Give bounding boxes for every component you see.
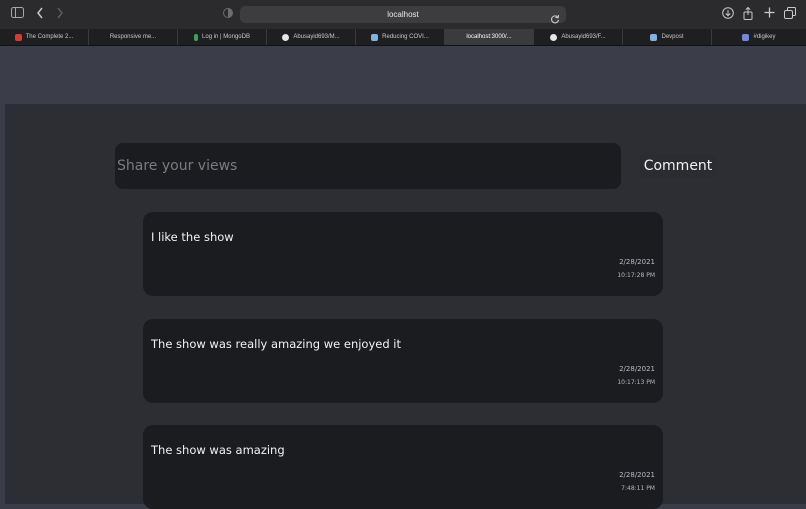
devpost-icon — [371, 33, 379, 41]
comment-date: 2/28/2021 — [619, 365, 655, 373]
comment-text: The show was really amazing we enjoyed i… — [151, 337, 402, 351]
tab-github-repo-m[interactable]: Abusayid693/M... — [267, 29, 356, 45]
tab-reducing-covid[interactable]: Reducing COVI... — [356, 29, 445, 45]
comment-card: The show was amazing 2/28/2021 7:48:11 P… — [143, 425, 663, 509]
tab-overview-icon[interactable] — [783, 7, 797, 21]
tab-strip: The Complete 2... Responsive me... Log i… — [0, 29, 806, 46]
new-tab-icon[interactable] — [762, 7, 776, 21]
tab-mongodb-login[interactable]: Log in | MongoDB — [178, 29, 267, 45]
url-text: localhost — [387, 10, 419, 19]
share-icon[interactable] — [741, 6, 755, 21]
comment-card: The show was really amazing we enjoyed i… — [143, 319, 663, 403]
github-icon — [550, 33, 558, 41]
comment-button[interactable]: Comment — [640, 154, 716, 178]
comment-time: 10:17:13 PM — [617, 379, 655, 386]
tab-github-repo-f[interactable]: Abusayid693/F... — [534, 29, 623, 45]
share-views-input[interactable]: Share your views — [115, 143, 621, 189]
comment-date: 2/28/2021 — [619, 258, 655, 266]
downloads-icon[interactable] — [721, 7, 735, 21]
tab-devpost[interactable]: Devpost — [623, 29, 712, 45]
tab-digikey[interactable]: #digikey — [712, 29, 806, 45]
tab-localhost[interactable]: localhost:3000/... — [445, 29, 534, 45]
back-icon[interactable] — [33, 7, 47, 21]
reload-icon[interactable] — [550, 9, 560, 24]
udemy-favicon-icon — [14, 33, 22, 41]
devpost-icon — [650, 33, 658, 41]
browser-toolbar: localhost — [0, 0, 806, 29]
mongodb-leaf-icon — [194, 33, 199, 41]
comment-card: I like the show 2/28/2021 10:17:28 PM — [143, 212, 663, 296]
comment-date: 2/28/2021 — [619, 471, 655, 479]
comment-text: The show was amazing — [151, 443, 285, 457]
comment-text: I like the show — [151, 230, 234, 244]
tab-complete-course[interactable]: The Complete 2... — [0, 29, 89, 45]
tab-responsive-menu[interactable]: Responsive me... — [89, 29, 178, 45]
sidebar-toggle-icon[interactable] — [10, 7, 24, 21]
comment-time: 10:17:28 PM — [617, 272, 655, 279]
discord-icon — [742, 33, 750, 41]
address-bar[interactable]: localhost — [240, 6, 566, 24]
page-header-band — [0, 46, 806, 104]
privacy-shield-icon[interactable] — [221, 7, 235, 21]
input-placeholder: Share your views — [117, 158, 238, 174]
comment-time: 7:48:11 PM — [621, 485, 655, 492]
github-icon — [282, 33, 290, 41]
forward-icon[interactable] — [53, 7, 67, 21]
